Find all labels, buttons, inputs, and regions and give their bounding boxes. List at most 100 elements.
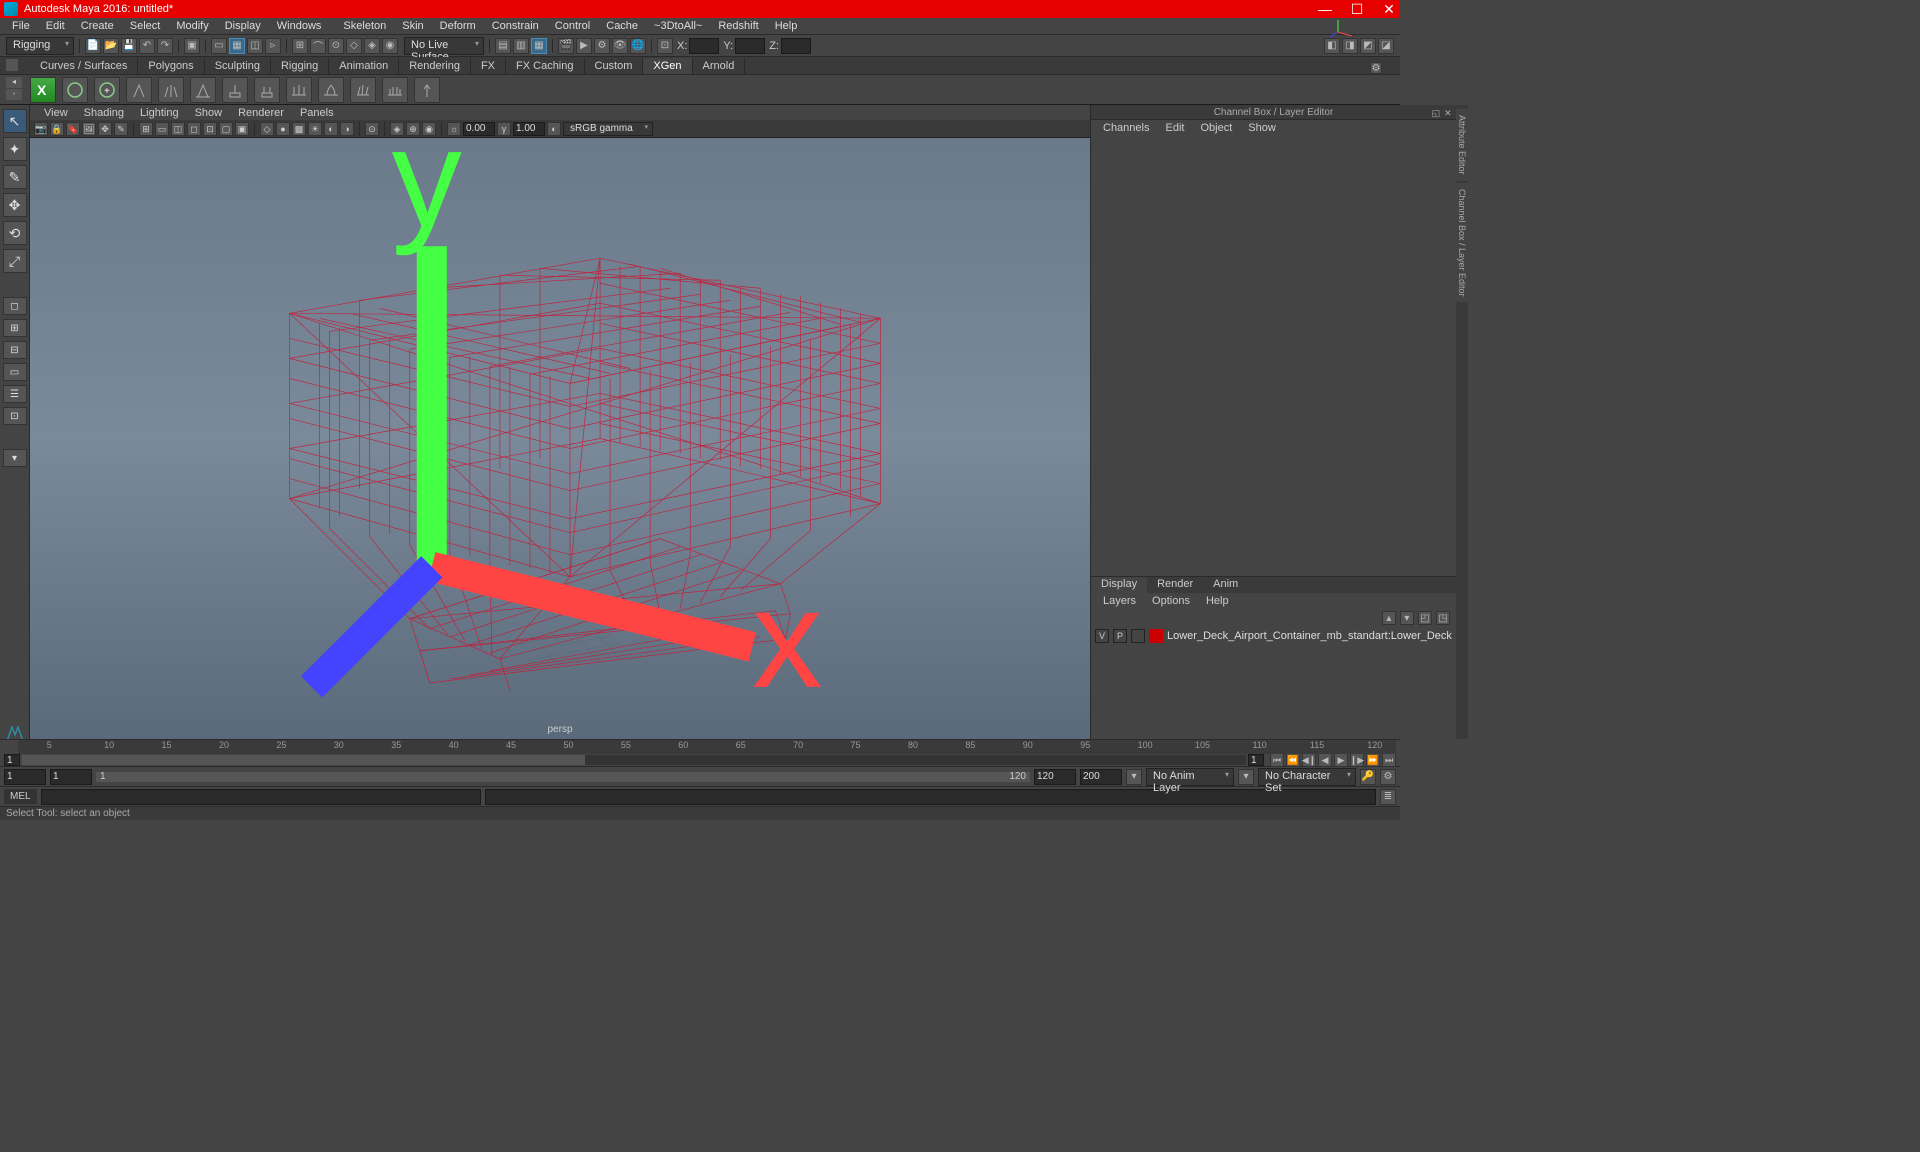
pt-lock-camera-icon[interactable]: 🔒 bbox=[50, 122, 64, 136]
range-handle[interactable] bbox=[22, 755, 585, 765]
menu-skeleton[interactable]: Skeleton bbox=[335, 18, 394, 34]
menu-skin[interactable]: Skin bbox=[394, 18, 431, 34]
xgen-guide5-icon[interactable] bbox=[254, 77, 280, 103]
script-lang-label[interactable]: MEL bbox=[4, 789, 37, 804]
panel-menu-shading[interactable]: Shading bbox=[76, 106, 132, 120]
snap-point-icon[interactable]: ⊙ bbox=[328, 38, 344, 54]
xgen-create-icon[interactable]: X bbox=[30, 77, 56, 103]
shelf-tab-fx[interactable]: FX bbox=[471, 58, 506, 74]
select-by-component-icon[interactable]: ▦ bbox=[229, 38, 245, 54]
menu-create[interactable]: Create bbox=[73, 18, 122, 34]
range-current-frame2[interactable] bbox=[1248, 754, 1264, 766]
layer-menu-help[interactable]: Help bbox=[1198, 594, 1237, 608]
color-mgmt-dropdown[interactable]: sRGB gamma bbox=[563, 122, 653, 136]
input-field-type-icon[interactable]: ⊡ bbox=[657, 38, 673, 54]
xgen-open-icon[interactable] bbox=[62, 77, 88, 103]
go-start-icon[interactable]: ⏮ bbox=[1270, 753, 1284, 767]
maximize-button[interactable]: ☐ bbox=[1350, 1, 1364, 18]
redo-icon[interactable]: ↷ bbox=[157, 38, 173, 54]
shelf-tab-rigging[interactable]: Rigging bbox=[271, 58, 329, 74]
select-mask2-icon[interactable]: ▹ bbox=[265, 38, 281, 54]
pt-shadows-icon[interactable]: ◐ bbox=[324, 122, 338, 136]
menu-3dtoall[interactable]: ~3DtoAll~ bbox=[646, 18, 710, 34]
step-back-icon[interactable]: ◀❙ bbox=[1302, 753, 1316, 767]
menu-constrain[interactable]: Constrain bbox=[484, 18, 547, 34]
pt-grease-icon[interactable]: ✎ bbox=[114, 122, 128, 136]
range-bar[interactable] bbox=[22, 755, 1246, 765]
step-back-key-icon[interactable]: ⏪ bbox=[1286, 753, 1300, 767]
shelf-tab-curves[interactable]: Curves / Surfaces bbox=[30, 58, 138, 74]
pt-isolate-icon[interactable]: ⊙ bbox=[365, 122, 379, 136]
anim-layer-dropdown[interactable]: No Anim Layer bbox=[1146, 768, 1234, 786]
pt-ao-icon[interactable]: ◑ bbox=[340, 122, 354, 136]
menu-cache[interactable]: Cache bbox=[598, 18, 646, 34]
pt-exposure-icon[interactable]: ☼ bbox=[447, 122, 461, 136]
layer-row[interactable]: V P Lower_Deck_Airport_Container_mb_stan… bbox=[1091, 627, 1456, 645]
xgen-guide2-icon[interactable] bbox=[158, 77, 184, 103]
coord-x-input[interactable] bbox=[689, 38, 719, 54]
layer-tab-display[interactable]: Display bbox=[1091, 577, 1147, 593]
render-settings-icon[interactable]: ⚙ bbox=[594, 38, 610, 54]
pt-resolution-gate-icon[interactable]: ◫ bbox=[171, 122, 185, 136]
shelf-gear-icon[interactable]: ⚙ bbox=[1370, 62, 1382, 74]
undo-icon[interactable]: ↶ bbox=[139, 38, 155, 54]
anim-prefs-icon[interactable]: ⚙ bbox=[1380, 769, 1396, 785]
panel-menu-view[interactable]: View bbox=[36, 106, 76, 120]
menu-file[interactable]: File bbox=[4, 18, 38, 34]
play-fwd-icon[interactable]: ▶ bbox=[1334, 753, 1348, 767]
exposure-input[interactable] bbox=[463, 122, 495, 136]
cb-menu-edit[interactable]: Edit bbox=[1157, 121, 1192, 135]
menu-windows[interactable]: Windows bbox=[269, 18, 330, 34]
layout-two-icon[interactable]: ⊟ bbox=[3, 341, 27, 359]
shelf-options-icon[interactable] bbox=[6, 59, 18, 71]
snap-view-icon[interactable]: ◉ bbox=[382, 38, 398, 54]
sidebar-toggle3-icon[interactable]: ◩ bbox=[1360, 38, 1376, 54]
panel-close-icon[interactable]: ✕ bbox=[1442, 106, 1454, 118]
pt-image-plane-icon[interactable]: 🖼 bbox=[82, 122, 96, 136]
panel-menu-renderer[interactable]: Renderer bbox=[230, 106, 292, 120]
shelf-tab-sculpting[interactable]: Sculpting bbox=[205, 58, 271, 74]
pt-xray-icon[interactable]: ◈ bbox=[390, 122, 404, 136]
render-frame-icon[interactable]: 🎬 bbox=[558, 38, 574, 54]
xgen-guide9-icon[interactable] bbox=[382, 77, 408, 103]
menu-display[interactable]: Display bbox=[217, 18, 269, 34]
menu-deform[interactable]: Deform bbox=[432, 18, 484, 34]
select-hierarchy-icon[interactable]: ▣ bbox=[184, 38, 200, 54]
xgen-guide6-icon[interactable] bbox=[286, 77, 312, 103]
shelf-tab-animation[interactable]: Animation bbox=[329, 58, 399, 74]
xgen-guide4-icon[interactable] bbox=[222, 77, 248, 103]
layer-menu-options[interactable]: Options bbox=[1144, 594, 1198, 608]
anim-menu-icon[interactable]: ▾ bbox=[1126, 769, 1142, 785]
end-range-input[interactable] bbox=[1034, 769, 1076, 785]
pt-use-lights-icon[interactable]: ☀ bbox=[308, 122, 322, 136]
menu-redshift[interactable]: Redshift bbox=[710, 18, 766, 34]
pt-gate-mask-icon[interactable]: ◻ bbox=[187, 122, 201, 136]
layer-move-down-icon[interactable]: ▾ bbox=[1400, 611, 1414, 625]
end-frame-input[interactable] bbox=[1080, 769, 1122, 785]
layer-tab-render[interactable]: Render bbox=[1147, 577, 1203, 593]
xgen-guide7-icon[interactable] bbox=[318, 77, 344, 103]
sidetab-channel-box[interactable]: Channel Box / Layer Editor bbox=[1456, 183, 1468, 303]
start-frame-input[interactable] bbox=[4, 769, 46, 785]
time-slider[interactable]: 5101520253035404550556065707580859095100… bbox=[0, 739, 1400, 754]
axis-gizmo-icon[interactable] bbox=[1328, 18, 1356, 38]
coord-z-input[interactable] bbox=[781, 38, 811, 54]
layout-single-icon[interactable]: ◻ bbox=[3, 297, 27, 315]
sidebar-toggle2-icon[interactable]: ◨ bbox=[1342, 38, 1358, 54]
range-current-frame[interactable] bbox=[4, 754, 20, 766]
menu-select[interactable]: Select bbox=[122, 18, 169, 34]
cb-menu-show[interactable]: Show bbox=[1240, 121, 1284, 135]
menu-modify[interactable]: Modify bbox=[168, 18, 216, 34]
pt-select-camera-icon[interactable]: 📷 bbox=[34, 122, 48, 136]
snap-curve-icon[interactable]: ⌒ bbox=[310, 38, 326, 54]
cb-menu-channels[interactable]: Channels bbox=[1095, 121, 1157, 135]
layout-four-icon[interactable]: ⊞ bbox=[3, 319, 27, 337]
close-button[interactable]: ✕ bbox=[1382, 1, 1396, 18]
menu-help[interactable]: Help bbox=[767, 18, 806, 34]
pt-xray-active-icon[interactable]: ◉ bbox=[422, 122, 436, 136]
pt-smooth-shade-icon[interactable]: ● bbox=[276, 122, 290, 136]
shelf-left-btn2[interactable]: ◦ bbox=[6, 89, 22, 100]
layer-move-up-icon[interactable]: ▴ bbox=[1382, 611, 1396, 625]
autokey-icon[interactable]: 🔑 bbox=[1360, 769, 1376, 785]
pt-grid-icon[interactable]: ⊞ bbox=[139, 122, 153, 136]
